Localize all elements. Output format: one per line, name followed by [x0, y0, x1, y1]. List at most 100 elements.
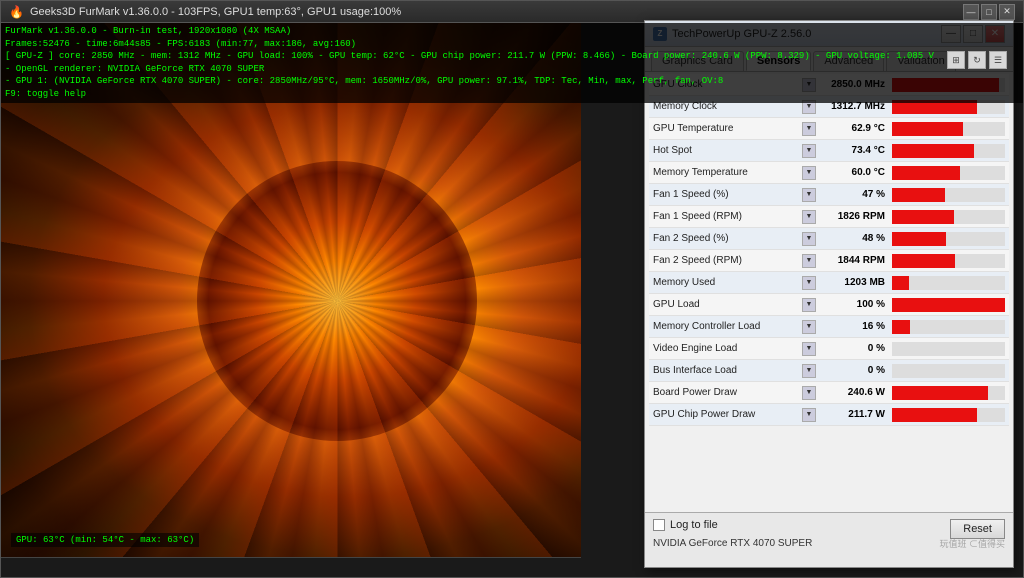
refresh-icon[interactable]: ↻: [968, 51, 986, 69]
sensor-bar: [892, 188, 945, 202]
sensor-row: Fan 2 Speed (RPM)▼1844 RPM: [649, 250, 1009, 272]
card-name: NVIDIA GeForce RTX 4070 SUPER: [653, 538, 812, 549]
sensor-name: GPU Chip Power Draw: [649, 409, 799, 420]
sensor-value: 60.0 °C: [819, 167, 889, 178]
sensor-name: Memory Controller Load: [649, 321, 799, 332]
sensor-dropdown-button[interactable]: ▼: [802, 386, 816, 400]
sensor-value: 100 %: [819, 299, 889, 310]
info-line-1: FurMark v1.36.0.0 - Burn-in test, 1920x1…: [5, 25, 1019, 38]
sensor-name: Memory Clock: [649, 101, 799, 112]
sensor-row: Fan 2 Speed (%)▼48 %: [649, 228, 1009, 250]
furmark-render: [1, 23, 581, 577]
sensor-dropdown-button[interactable]: ▼: [802, 254, 816, 268]
log-label: Log to file: [670, 519, 718, 531]
sensor-value: 0 %: [819, 343, 889, 354]
gpuz-sensors-list: GPU Clock▼2850.0 MHzMemory Clock▼1312.7 …: [645, 72, 1013, 538]
sensor-name: Fan 1 Speed (%): [649, 189, 799, 200]
furmark-titlebar-buttons: — □ ✕: [963, 4, 1015, 20]
sensor-bar: [892, 408, 977, 422]
log-to-file-checkbox[interactable]: [653, 519, 665, 531]
furmark-minimize-button[interactable]: —: [963, 4, 979, 20]
sensor-bar: [892, 122, 963, 136]
sensor-name: Memory Temperature: [649, 167, 799, 178]
sensor-bar: [892, 232, 946, 246]
info-line-4: - OpenGL renderer: NVIDIA GeForce RTX 40…: [5, 63, 1019, 76]
gpuz-card-label: NVIDIA GeForce RTX 4070 SUPER 玩值班 ⊂值得买: [645, 535, 1013, 552]
furmark-statusbar: [1, 557, 581, 577]
sensor-row: Board Power Draw▼240.6 W: [649, 382, 1009, 404]
sensor-dropdown-button[interactable]: ▼: [802, 232, 816, 246]
sensor-row: GPU Chip Power Draw▼211.7 W: [649, 404, 1009, 426]
sensor-row: Fan 1 Speed (%)▼47 %: [649, 184, 1009, 206]
sensor-value: 211.7 W: [819, 409, 889, 420]
sensor-bar-container: [892, 386, 1005, 400]
sensor-dropdown-button[interactable]: ▼: [802, 122, 816, 136]
sensor-name: Hot Spot: [649, 145, 799, 156]
sensor-value: 1203 MB: [819, 277, 889, 288]
gpuz-toolbar: ⊞ ↻ ☰: [947, 51, 1007, 69]
sensor-bar-container: [892, 188, 1005, 202]
sensor-bar-container: [892, 320, 1005, 334]
furmark-maximize-button[interactable]: □: [981, 4, 997, 20]
sensor-value: 62.9 °C: [819, 123, 889, 134]
sensor-bar: [892, 320, 910, 334]
sensor-bar-container: [892, 408, 1005, 422]
sensor-dropdown-button[interactable]: ▼: [802, 408, 816, 422]
sensor-bar-container: [892, 342, 1005, 356]
sensor-row: Hot Spot▼73.4 °C: [649, 140, 1009, 162]
info-line-3: [ GPU-Z ] core: 2850 MHz - mem: 1312 MHz…: [5, 50, 1019, 63]
sensor-name: Bus Interface Load: [649, 365, 799, 376]
sensor-name: Board Power Draw: [649, 387, 799, 398]
grid-icon[interactable]: ⊞: [947, 51, 965, 69]
sensor-dropdown-button[interactable]: ▼: [802, 364, 816, 378]
sensor-bar-container: [892, 364, 1005, 378]
info-line-5: - GPU 1: (NVIDIA GeForce RTX 4070 SUPER)…: [5, 75, 1019, 88]
furmark-title: Geeks3D FurMark v1.36.0.0 - 103FPS, GPU1…: [30, 6, 401, 18]
sensor-row: Memory Controller Load▼16 %: [649, 316, 1009, 338]
sensor-dropdown-button[interactable]: ▼: [802, 320, 816, 334]
sensor-name: Fan 2 Speed (%): [649, 233, 799, 244]
sensor-value: 47 %: [819, 189, 889, 200]
sensor-bar: [892, 276, 909, 290]
sensor-dropdown-button[interactable]: ▼: [802, 276, 816, 290]
sensor-name: Fan 2 Speed (RPM): [649, 255, 799, 266]
sensor-row: Fan 1 Speed (RPM)▼1826 RPM: [649, 206, 1009, 228]
sensor-name: Memory Used: [649, 277, 799, 288]
furmark-close-button[interactable]: ✕: [999, 4, 1015, 20]
sensor-row: GPU Load▼100 %: [649, 294, 1009, 316]
sensor-dropdown-button[interactable]: ▼: [802, 166, 816, 180]
sensor-value: 1312.7 MHz: [819, 101, 889, 112]
sensor-dropdown-button[interactable]: ▼: [802, 144, 816, 158]
gpuz-bottom: Log to file Reset NVIDIA GeForce RTX 407…: [645, 512, 1013, 567]
sensor-value: 48 %: [819, 233, 889, 244]
sensor-bar: [892, 386, 988, 400]
furmark-title-left: 🔥 Geeks3D FurMark v1.36.0.0 - 103FPS, GP…: [9, 5, 401, 19]
sensor-dropdown-button[interactable]: ▼: [802, 188, 816, 202]
sensor-name: Fan 1 Speed (RPM): [649, 211, 799, 222]
sensor-bar-container: [892, 144, 1005, 158]
menu-icon[interactable]: ☰: [989, 51, 1007, 69]
sensor-dropdown-button[interactable]: ▼: [802, 298, 816, 312]
info-line-2: Frames:52476 - time:6m44s85 - FPS:6183 (…: [5, 38, 1019, 51]
sensor-value: 240.6 W: [819, 387, 889, 398]
sensor-bar-container: [892, 122, 1005, 136]
furmark-icon: 🔥: [9, 5, 24, 19]
temp-overlay: GPU: 63°C (min: 54°C - max: 63°C): [11, 533, 199, 547]
sensor-value: 73.4 °C: [819, 145, 889, 156]
reset-button[interactable]: Reset: [950, 519, 1005, 539]
sensor-bar-container: [892, 210, 1005, 224]
sensor-row: Memory Temperature▼60.0 °C: [649, 162, 1009, 184]
sensor-dropdown-button[interactable]: ▼: [802, 210, 816, 224]
sensor-value: 0 %: [819, 365, 889, 376]
sensor-value: 1826 RPM: [819, 211, 889, 222]
sensor-row: Memory Used▼1203 MB: [649, 272, 1009, 294]
sensor-dropdown-button[interactable]: ▼: [802, 342, 816, 356]
info-line-6: F9: toggle help: [5, 88, 1019, 101]
sensor-bar-container: [892, 232, 1005, 246]
sensor-value: 16 %: [819, 321, 889, 332]
sensor-row: Bus Interface Load▼0 %: [649, 360, 1009, 382]
sensor-bar: [892, 254, 955, 268]
sensor-name: GPU Load: [649, 299, 799, 310]
card-logo: 玩值班 ⊂值得买: [939, 537, 1005, 550]
sensor-bar: [892, 166, 960, 180]
